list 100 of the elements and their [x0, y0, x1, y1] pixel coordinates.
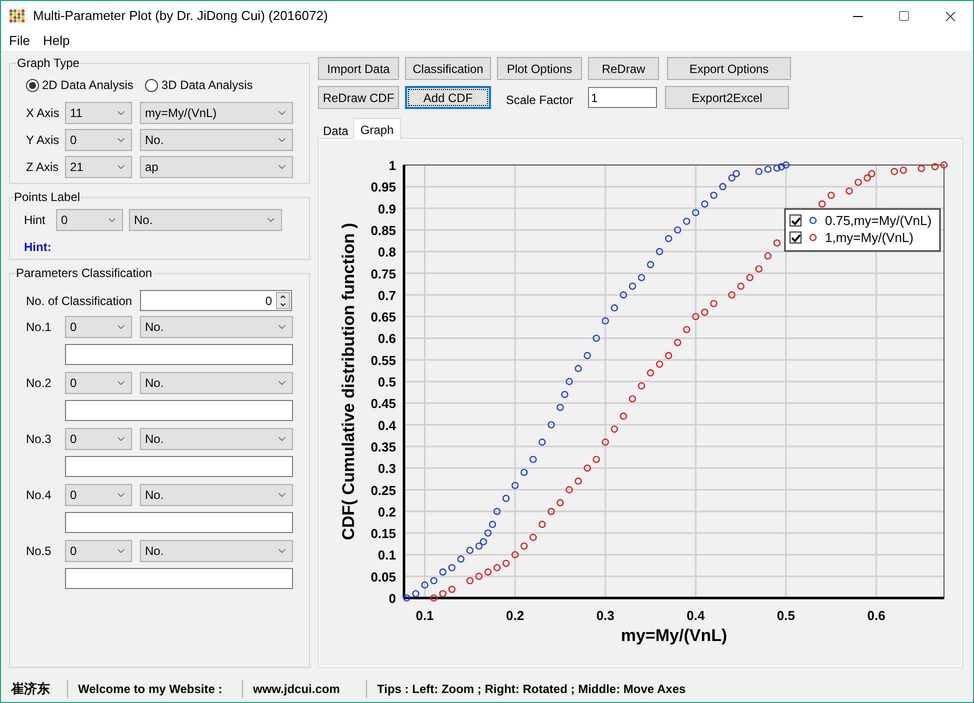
dropdown[interactable]: ap — [140, 156, 293, 178]
group-title: Graph Type — [16, 55, 80, 72]
data-point — [584, 352, 591, 360]
data-point — [900, 166, 907, 174]
group-title: Parameters Classification — [16, 265, 152, 282]
text-field[interactable] — [65, 400, 293, 421]
dropdown[interactable]: 0 — [65, 316, 132, 338]
tick-label: 0.2 — [378, 504, 396, 520]
toolbar-button[interactable]: Plot Options — [497, 57, 582, 80]
radio-label: 3D Data Analysis — [161, 77, 253, 94]
data-point — [421, 581, 428, 589]
data-point — [548, 508, 555, 515]
dropdown[interactable]: 0 — [65, 484, 132, 506]
menu-item[interactable]: File — [9, 31, 30, 51]
dropdown[interactable]: 0 — [56, 209, 123, 231]
tab[interactable]: Data — [318, 119, 354, 138]
dropdown[interactable]: No. — [140, 540, 293, 562]
count-spinner[interactable]: 0 — [140, 290, 292, 311]
data-point — [530, 534, 537, 541]
dropdown[interactable]: No. — [140, 316, 293, 338]
data-point — [846, 187, 853, 195]
data-point — [530, 456, 537, 464]
data-point — [737, 282, 744, 290]
menu-item[interactable]: Help — [42, 31, 70, 51]
data-point — [719, 183, 726, 190]
dropdown[interactable]: 21 — [65, 156, 132, 178]
data-point — [448, 586, 456, 593]
data-point — [728, 291, 736, 298]
data-point — [674, 338, 682, 346]
data-point — [692, 312, 700, 320]
tick-label: 0.9 — [378, 201, 396, 216]
data-point — [755, 168, 762, 176]
text-field[interactable] — [65, 344, 293, 365]
data-point — [592, 334, 600, 342]
dropdown[interactable]: my=My/(VnL) — [140, 102, 293, 124]
toolbar-button[interactable]: Export2Excel — [665, 86, 789, 109]
tick-label: 0.1 — [416, 608, 434, 623]
data-point — [566, 378, 573, 386]
tick-label: 0.3 — [596, 608, 614, 623]
data-point — [692, 209, 700, 216]
maximize-icon — [898, 10, 910, 22]
text-field[interactable] — [65, 456, 293, 477]
text-field[interactable] — [65, 568, 293, 589]
status-text: 崔济东 — [10, 680, 51, 698]
data-point — [520, 542, 528, 550]
tick-label: 0.45 — [370, 396, 396, 412]
class-label: No.3 — [25, 431, 52, 448]
data-point — [448, 564, 456, 572]
data-point — [764, 252, 772, 260]
tick-label: 0.3 — [378, 461, 396, 476]
data-point — [538, 520, 546, 528]
legend-label: 1,my=My/(VnL) — [825, 230, 914, 245]
radio-button[interactable] — [26, 78, 39, 92]
dropdown[interactable]: 0 — [65, 372, 132, 394]
legend-checkbox[interactable] — [790, 232, 802, 244]
radio-button[interactable] — [145, 78, 158, 92]
data-point — [439, 568, 446, 576]
data-point — [656, 248, 664, 256]
text-field[interactable] — [65, 512, 293, 533]
window-title: Multi-Parameter Plot (by Dr. JiDong Cui) (2016072) — [33, 7, 328, 26]
dropdown[interactable]: No. — [140, 428, 293, 450]
data-point — [548, 421, 555, 428]
tab[interactable]: Graph — [353, 118, 401, 139]
toolbar-button[interactable]: ReDraw — [588, 57, 659, 80]
dropdown[interactable]: No. — [129, 209, 282, 231]
data-point — [646, 260, 654, 268]
dropdown[interactable]: 0 — [65, 129, 132, 151]
data-point — [511, 482, 519, 490]
spin-up-icon — [279, 293, 287, 300]
data-point — [918, 164, 926, 172]
hint-text: Hint: — [23, 239, 52, 256]
dropdown[interactable]: 11 — [65, 102, 132, 124]
data-point — [818, 200, 826, 208]
status-text: Welcome to my Website : — [67, 680, 242, 698]
tick-label: 0.4 — [378, 418, 396, 433]
scale-factor-label: Scale Factor — [504, 92, 574, 108]
data-point — [664, 235, 672, 242]
legend-checkbox[interactable] — [790, 214, 802, 226]
y-axis-title: CDF( Cumulative distribution function ) — [339, 222, 358, 540]
dropdown[interactable]: No. — [140, 372, 293, 394]
tick-label: 0.35 — [370, 439, 396, 454]
axis-label: X Axis — [25, 105, 60, 122]
toolbar-button[interactable]: Add CDF — [405, 86, 491, 109]
toolbar-button[interactable]: Export Options — [667, 57, 791, 80]
scale-factor-field[interactable]: 1 — [588, 87, 657, 108]
dropdown[interactable]: 0 — [65, 540, 132, 562]
toolbar-button[interactable]: Classification — [405, 57, 491, 80]
count-label: No. of Classification — [25, 292, 134, 310]
toolbar-button[interactable]: Import Data — [318, 57, 399, 80]
data-point — [502, 494, 510, 502]
tick-label: 0.95 — [370, 180, 396, 195]
data-point — [574, 477, 582, 485]
tick-label: 0.5 — [378, 374, 396, 390]
dropdown[interactable]: No. — [140, 129, 293, 151]
spin-down-icon — [279, 300, 287, 308]
dropdown[interactable]: 0 — [65, 428, 132, 450]
data-point — [701, 308, 708, 316]
dropdown[interactable]: No. — [140, 484, 293, 506]
toolbar-button[interactable]: ReDraw CDF — [318, 86, 399, 109]
status-text: Tips : Left: Zoom ; Right: Rotated ; Middle: Move Axes — [366, 680, 696, 698]
